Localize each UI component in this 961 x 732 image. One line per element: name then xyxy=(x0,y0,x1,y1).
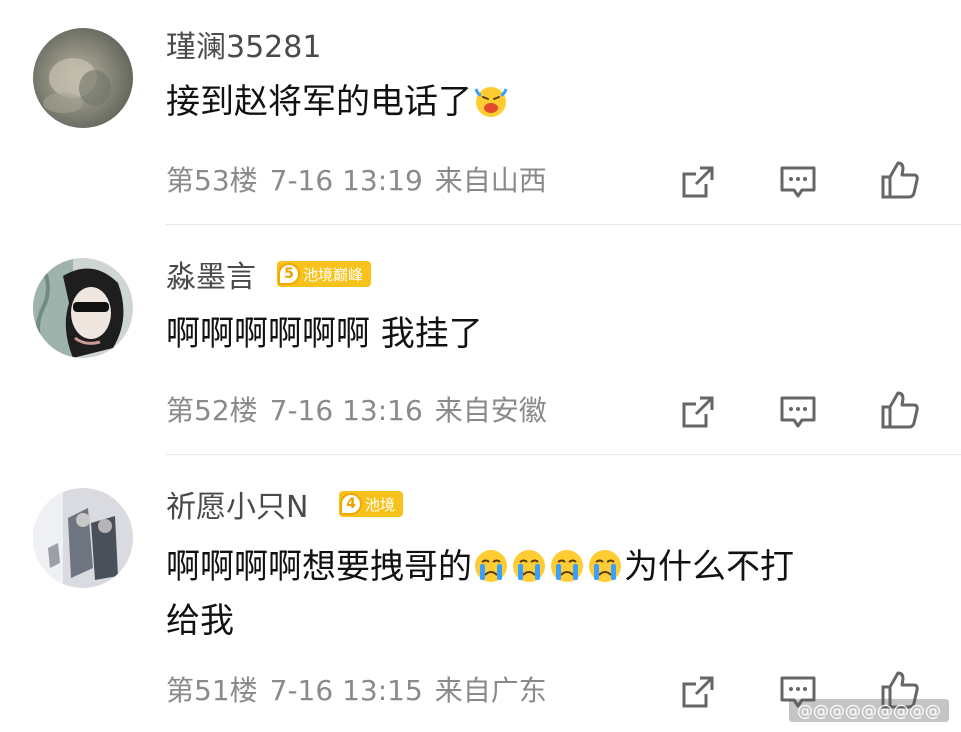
share-icon[interactable] xyxy=(676,670,720,714)
share-icon[interactable] xyxy=(676,390,720,434)
avatar[interactable] xyxy=(33,258,133,358)
username[interactable]: 祈愿小只N xyxy=(166,490,308,526)
comment-text-part: 给我 xyxy=(166,601,234,641)
location: 来自山西 xyxy=(434,164,547,197)
comment-text: 接到赵将军的电话了 xyxy=(166,80,916,124)
comment-meta: 第53楼 7-16 13:19 来自山西 xyxy=(166,164,559,198)
comment-text-part: 啊啊啊啊想要拽哥的 xyxy=(166,547,472,587)
comment-icon[interactable] xyxy=(776,390,820,434)
crying-emoji xyxy=(473,546,509,582)
floor-number: 第51楼 xyxy=(166,674,258,707)
timestamp: 7-16 13:19 xyxy=(269,164,423,197)
comment-text: 啊啊啊啊想要拽哥的 为什么不打给我 xyxy=(166,540,916,648)
comment-text-part: 啊啊啊啊啊啊 我挂了 xyxy=(166,314,483,354)
like-icon[interactable] xyxy=(878,388,922,432)
floor-number: 第53楼 xyxy=(166,164,258,197)
crying-emoji xyxy=(511,546,547,582)
location: 来自安徽 xyxy=(434,394,547,427)
comment-text-part: 为什么不打 xyxy=(624,547,794,587)
level-badge: 4 池境 xyxy=(339,491,404,517)
divider xyxy=(166,454,961,455)
comment-meta: 第51楼 7-16 13:15 来自广东 xyxy=(166,674,559,708)
username[interactable]: 淼墨言 xyxy=(166,260,256,296)
laugh-cry-emoji xyxy=(473,83,509,119)
comment-icon[interactable] xyxy=(776,160,820,204)
level-badge: 5 池境巅峰 xyxy=(277,261,372,287)
crying-emoji xyxy=(587,546,623,582)
floor-number: 第52楼 xyxy=(166,394,258,427)
share-icon[interactable] xyxy=(676,160,720,204)
badge-level: 4 xyxy=(340,493,362,515)
location: 来自广东 xyxy=(434,674,547,707)
badge-label: 池境 xyxy=(365,495,396,514)
watermark: @@@@@@@@@ xyxy=(789,699,949,722)
avatar[interactable] xyxy=(33,28,133,128)
divider xyxy=(166,224,961,225)
like-icon[interactable] xyxy=(878,158,922,202)
crying-emoji xyxy=(549,546,585,582)
avatar[interactable] xyxy=(33,488,133,588)
badge-level: 5 xyxy=(278,263,300,285)
comment-text-part: 接到赵将军的电话了 xyxy=(166,82,472,122)
timestamp: 7-16 13:16 xyxy=(269,394,423,427)
badge-label: 池境巅峰 xyxy=(303,265,364,284)
timestamp: 7-16 13:15 xyxy=(269,674,423,707)
comment-text: 啊啊啊啊啊啊 我挂了 xyxy=(166,312,916,356)
comment-meta: 第52楼 7-16 13:16 来自安徽 xyxy=(166,394,559,428)
username[interactable]: 瑾澜35281 xyxy=(166,30,321,66)
